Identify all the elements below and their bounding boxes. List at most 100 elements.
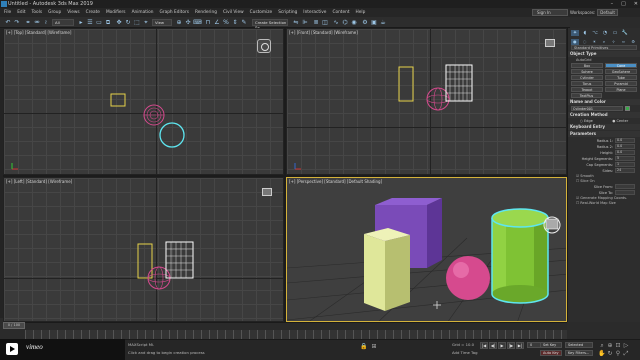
auto-key-button[interactable]: Auto Key [540,350,562,356]
helpers-icon[interactable]: ⊹ [610,39,618,45]
zoom-icon[interactable]: ⌕ [598,342,606,350]
viewport-perspective[interactable]: [+] [Perspective] [Standard] [Default Sh… [286,177,567,322]
geosphere-button[interactable]: GeoSphere [605,69,637,74]
generate-mapping-checkbox[interactable]: ☑ Generate Mapping Coords. [568,196,640,200]
menu-help[interactable]: Help [356,10,366,15]
absolute-mode-icon[interactable]: ⊞ [370,343,378,351]
teapot-button[interactable]: Teapot [571,87,603,92]
select-by-name-icon[interactable]: ☰ [86,19,94,27]
rectangular-selection-icon[interactable]: ▭ [95,19,103,27]
object-type-header[interactable]: Object Type [568,51,640,57]
scale-icon[interactable]: ⬚ [133,19,141,27]
rotate-icon[interactable]: ↻ [124,19,132,27]
box-button[interactable]: Box [571,63,603,68]
object-color-swatch[interactable] [625,106,630,111]
pan-icon[interactable]: ✋ [598,350,606,358]
pyramid-button[interactable]: Pyramid [605,81,637,86]
utilities-tab-icon[interactable]: 🔧 [621,30,629,36]
walk-through-icon[interactable]: ⚲ [614,350,622,358]
height-segments-spinner[interactable]: 5 [615,156,635,161]
time-slider[interactable]: 0 / 100 [3,322,25,329]
render-setup-icon[interactable]: ⚙ [361,19,369,27]
play-button[interactable]: ▶ [498,342,506,349]
menu-interactive[interactable]: Interactive [303,10,326,15]
height-spinner[interactable]: 0.0 [615,150,635,155]
box-outline[interactable] [398,66,414,102]
layer-explorer-icon[interactable]: ◫ [321,19,329,27]
rendered-frame-window-icon[interactable]: ▣ [370,19,378,27]
edge-radio[interactable]: ○ Edge [580,119,593,123]
menu-graph-editors[interactable]: Graph Editors [159,10,189,15]
name-color-header[interactable]: Name and Color [568,99,640,105]
menu-create[interactable]: Create [86,10,100,15]
box-outline[interactable] [137,243,153,279]
keyboard-entry-header[interactable]: Keyboard Entry [568,124,640,130]
menu-animation[interactable]: Animation [132,10,154,15]
cylinder-wireframe[interactable] [445,64,473,102]
vimeo-logo[interactable]: vimeo [26,343,43,351]
unlink-icon[interactable]: ⚮ [33,19,41,27]
current-frame-field[interactable]: 0 [527,342,541,348]
select-object-icon[interactable]: ▸ [77,19,85,27]
center-radio[interactable]: ● Center [612,119,628,123]
zoom-all-icon[interactable]: ⊕ [606,342,614,350]
maximize-viewport-icon[interactable]: ⤢ [622,350,630,358]
spacewarps-icon[interactable]: ≈ [620,39,628,45]
autogrid-checkbox[interactable]: AutoGrid [568,58,640,62]
go-to-start-button[interactable]: |◀ [480,342,488,349]
menu-modifiers[interactable]: Modifiers [106,10,126,15]
menu-file[interactable]: File [4,10,11,15]
smooth-checkbox[interactable]: ☑ Smooth [568,174,640,178]
go-to-end-button[interactable]: ▶| [516,342,524,349]
close-button[interactable]: ✕ [634,0,638,8]
move-icon[interactable]: ✥ [115,19,123,27]
link-icon[interactable]: ⚭ [24,19,32,27]
redo-icon[interactable]: ↷ [13,19,21,27]
menu-civil-view[interactable]: Civil View [223,10,244,15]
key-filters-button[interactable]: Key Filters... [565,350,593,356]
plane-button[interactable]: Plane [605,87,637,92]
viewport-top[interactable]: [+] [Top] [Standard] [Wireframe] [3,28,284,175]
parameters-header[interactable]: Parameters [568,131,640,137]
category-dropdown[interactable]: Standard Primitives [571,45,637,50]
menu-scripting[interactable]: Scripting [278,10,297,15]
timeline[interactable] [3,322,567,330]
radius2-spinner[interactable]: 0.0 [615,144,635,149]
selection-filter-dropdown[interactable]: All [52,19,74,26]
select-manipulate-icon[interactable]: ✣ [184,19,192,27]
edit-named-selection-icon[interactable]: ✎ [240,19,248,27]
menu-group[interactable]: Group [48,10,61,15]
motion-tab-icon[interactable]: ◔ [601,30,609,36]
display-tab-icon[interactable]: ▭ [611,30,619,36]
hierarchy-tab-icon[interactable]: ⌥ [591,30,599,36]
slice-on-checkbox[interactable]: ☐ Slice On [568,179,640,183]
scene-explorer-icon[interactable]: ≣ [312,19,320,27]
cap-segments-spinner[interactable]: 1 [615,162,635,167]
undo-icon[interactable]: ↶ [4,19,12,27]
sphere-wireframe[interactable] [143,104,165,126]
snaps-toggle-icon[interactable]: ⊓ [204,19,212,27]
box-outline[interactable] [110,93,126,107]
torus-button[interactable]: Torus [571,81,603,86]
yellow-box[interactable] [364,228,410,311]
render-production-icon[interactable]: ☕ [379,19,387,27]
sides-spinner[interactable]: 24 [615,168,635,173]
add-time-tag[interactable]: Add Time Tag [452,350,477,355]
slice-from-spinner[interactable] [615,184,635,189]
menu-views[interactable]: Views [67,10,79,15]
geometry-icon[interactable]: ● [571,39,579,45]
cameras-icon[interactable]: ⌕ [600,39,608,45]
workspace-dropdown[interactable]: Default [597,9,618,16]
menu-edit[interactable]: Edit [17,10,25,15]
schematic-view-icon[interactable]: ⌬ [341,19,349,27]
field-of-view-icon[interactable]: ▷ [622,342,630,350]
shapes-icon[interactable]: ◌ [581,39,589,45]
align-icon[interactable]: ⊫ [301,19,309,27]
next-frame-button[interactable]: |▶ [507,342,515,349]
sign-in-button[interactable]: Sign In [532,9,568,16]
spinner-snap-icon[interactable]: ⇕ [231,19,239,27]
viewport-left[interactable]: [+] [Left] [Standard] [Wireframe] [3,177,284,322]
previous-frame-button[interactable]: ◀| [489,342,497,349]
modify-tab-icon[interactable]: ◖ [581,30,589,36]
menu-tools[interactable]: Tools [32,10,43,15]
